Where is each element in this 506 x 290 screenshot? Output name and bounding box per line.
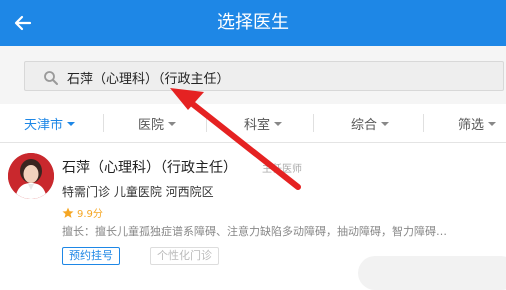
filter-hospital-label: 医院 (138, 117, 165, 133)
search-input[interactable]: 石萍（心理科）（行政主任） (24, 61, 504, 91)
filter-more[interactable]: 筛选 (458, 104, 497, 142)
chevron-down-icon (381, 122, 390, 126)
divider (103, 114, 104, 132)
book-appointment-button[interactable]: 预约挂号 (62, 247, 120, 265)
divider (313, 114, 314, 132)
chevron-down-icon (488, 122, 497, 126)
avatar[interactable] (8, 153, 54, 199)
chevron-down-icon (168, 122, 177, 126)
doctor-clinic: 特需门诊 儿童医院 河西院区 (62, 185, 214, 199)
filter-city-label: 天津市 (24, 117, 64, 133)
divider (206, 114, 207, 132)
doctor-title: 主任医师 (262, 164, 302, 175)
doctor-photo-icon (8, 153, 54, 199)
app-header: 选择医生 (0, 0, 506, 46)
search-query-text: 石萍（心理科）（行政主任） (67, 72, 230, 87)
search-icon (44, 71, 58, 85)
filter-sort-label: 综合 (351, 117, 378, 133)
divider (423, 114, 424, 132)
page-title: 选择医生 (217, 12, 289, 33)
custom-clinic-button[interactable]: 个性化门诊 (150, 247, 219, 265)
chevron-down-icon (67, 122, 76, 126)
floating-bubble (358, 256, 506, 290)
doctor-name: 石萍（心理科）（行政主任） (62, 160, 237, 176)
filter-sort[interactable]: 综合 (351, 104, 390, 142)
rating-score: 9.9分 (77, 209, 103, 220)
rating: 9.9分 (62, 205, 103, 220)
doctor-specialty: 擅长：擅长儿童孤独症谱系障碍、注意力缺陷多动障碍，抽动障碍，智力障碍… (62, 225, 447, 238)
filter-bar: 天津市 医院 科室 综合 筛选 (0, 104, 506, 143)
search-bar: 石萍（心理科）（行政主任） (0, 46, 506, 104)
filter-department-label: 科室 (244, 117, 271, 133)
filter-hospital[interactable]: 医院 (138, 104, 177, 142)
filter-department[interactable]: 科室 (244, 104, 283, 142)
filter-more-label: 筛选 (458, 117, 485, 133)
doctor-card[interactable]: 石萍（心理科）（行政主任） 主任医师 特需门诊 儿童医院 河西院区 9.9分 擅… (0, 143, 506, 290)
filter-city[interactable]: 天津市 (24, 104, 76, 142)
star-icon (62, 207, 74, 218)
chevron-down-icon (274, 122, 283, 126)
